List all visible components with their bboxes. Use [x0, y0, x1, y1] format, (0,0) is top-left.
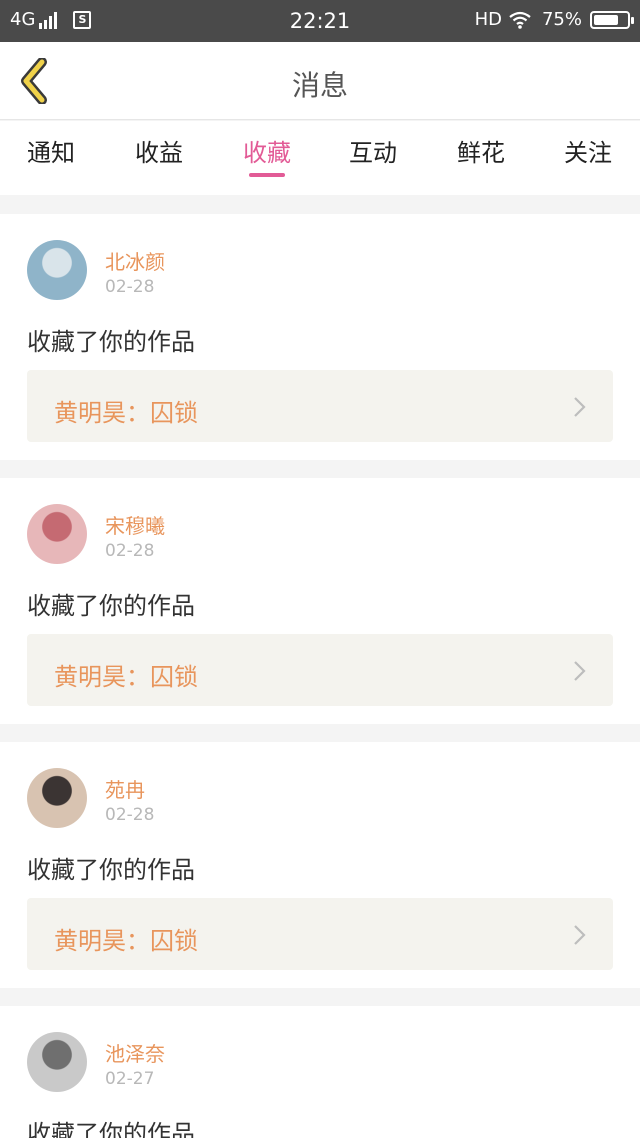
work-title: 黄明昊：囚锁 [54, 663, 198, 691]
tab-bar: 通知 收益 收藏 互动 鲜花 关注 [0, 121, 640, 195]
work-link[interactable]: 黄明昊：囚锁 [27, 370, 613, 442]
action-text: 收藏了你的作品 [27, 328, 195, 356]
work-title: 黄明昊：囚锁 [54, 927, 198, 955]
tab-flowers[interactable]: 鲜花 [431, 133, 531, 168]
tab-interactions[interactable]: 互动 [323, 133, 423, 168]
work-link[interactable]: 黄明昊：囚锁 [27, 898, 613, 970]
username[interactable]: 宋穆曦 [105, 510, 165, 539]
avatar[interactable] [27, 1032, 87, 1092]
action-text: 收藏了你的作品 [27, 1120, 195, 1138]
chevron-right-icon [574, 397, 586, 417]
action-text: 收藏了你的作品 [27, 592, 195, 620]
message-date: 02-28 [105, 805, 155, 825]
message-date: 02-27 [105, 1069, 155, 1089]
message-date: 02-28 [105, 277, 155, 297]
username[interactable]: 北冰颜 [105, 246, 165, 275]
tab-notifications[interactable]: 通知 [1, 133, 101, 168]
battery-percent: 75% [541, 9, 582, 30]
tab-earnings[interactable]: 收益 [109, 133, 209, 168]
message-card: 苑冉 02-28 收藏了你的作品 黄明昊：囚锁 [0, 742, 640, 988]
message-card: 池泽奈 02-27 收藏了你的作品 [0, 1006, 640, 1138]
battery-icon [590, 10, 634, 29]
action-text: 收藏了你的作品 [27, 856, 195, 884]
username[interactable]: 池泽奈 [105, 1038, 165, 1067]
avatar[interactable] [27, 240, 87, 300]
active-tab-indicator [249, 173, 285, 177]
work-link[interactable]: 黄明昊：囚锁 [27, 634, 613, 706]
wifi-icon [509, 11, 531, 29]
page-title: 消息 [291, 69, 348, 102]
username[interactable]: 苑冉 [105, 774, 145, 803]
avatar[interactable] [27, 504, 87, 564]
chevron-right-icon [574, 661, 586, 681]
tab-favorites[interactable]: 收藏 [217, 133, 317, 168]
battery-level [594, 14, 618, 25]
message-card: 北冰颜 02-28 收藏了你的作品 黄明昊：囚锁 [0, 214, 640, 460]
avatar[interactable] [27, 768, 87, 828]
tab-following[interactable]: 关注 [538, 133, 638, 168]
chevron-right-icon [574, 925, 586, 945]
message-date: 02-28 [105, 541, 155, 561]
hd-label: HD [474, 9, 502, 30]
work-title: 黄明昊：囚锁 [54, 399, 198, 427]
message-card: 宋穆曦 02-28 收藏了你的作品 黄明昊：囚锁 [0, 478, 640, 724]
header: 消息 [0, 42, 640, 120]
status-right: HD 75% [474, 9, 634, 30]
status-bar: 4G S 22:21 HD 75% [0, 0, 640, 42]
